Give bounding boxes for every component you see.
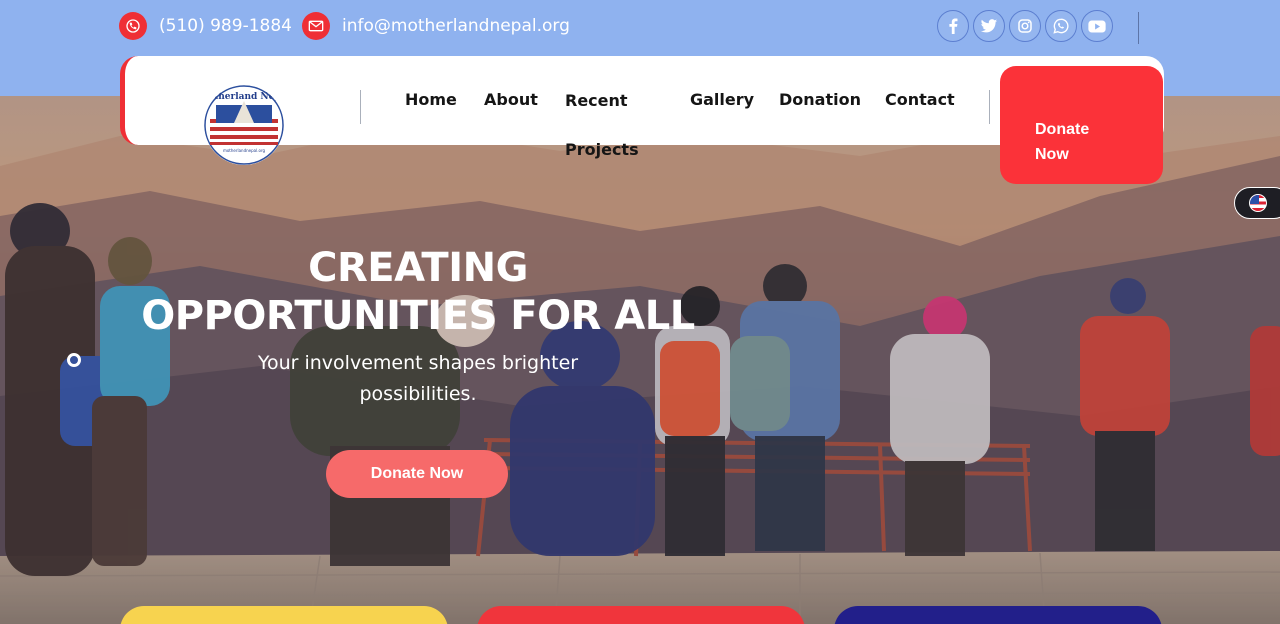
us-flag-icon	[1249, 194, 1267, 212]
nav-donation[interactable]: Donation	[779, 90, 861, 110]
phone-number[interactable]: (510) 989-1884	[159, 16, 292, 36]
hero-donate-button[interactable]: Donate Now	[326, 450, 508, 498]
facebook-icon[interactable]	[937, 10, 969, 42]
nav-contact[interactable]: Contact	[885, 90, 955, 110]
hero-title: CREATING OPPORTUNITIES FOR ALL	[141, 245, 695, 339]
email-contact[interactable]: info@motherlandnepal.org	[302, 12, 570, 40]
twitter-icon[interactable]	[973, 10, 1005, 42]
feature-card-yellow[interactable]	[120, 606, 448, 624]
language-switcher[interactable]	[1234, 187, 1280, 219]
instagram-icon[interactable]	[1009, 10, 1041, 42]
phone-contact[interactable]: (510) 989-1884	[119, 12, 292, 40]
nav-divider-left	[360, 90, 361, 124]
header-donate-button[interactable]: Donate Now	[1000, 66, 1163, 184]
slider-dot[interactable]	[67, 353, 81, 367]
email-address[interactable]: info@motherlandnepal.org	[342, 16, 570, 36]
social-links	[937, 10, 1113, 42]
youtube-icon[interactable]	[1081, 10, 1113, 42]
feature-card-red[interactable]	[477, 606, 805, 624]
site-logo[interactable]: Motherland Nepal motherlandnepal.org	[204, 85, 284, 165]
topbar-divider	[1138, 12, 1139, 44]
nav-divider-right	[989, 90, 990, 124]
mail-icon	[302, 12, 330, 40]
logo-emblem-icon: Motherland Nepal motherlandnepal.org	[204, 85, 284, 165]
feature-card-navy[interactable]	[834, 606, 1162, 624]
nav-recent-projects[interactable]: Recent Projects	[565, 76, 685, 174]
phone-icon	[119, 12, 147, 40]
header-donate-label: Donate Now	[1035, 121, 1090, 163]
logo-url-text: motherlandnepal.org	[223, 148, 266, 153]
nav-gallery[interactable]: Gallery	[690, 90, 754, 110]
whatsapp-icon[interactable]	[1045, 10, 1077, 42]
nav-home[interactable]: Home	[405, 90, 457, 110]
nav-about[interactable]: About	[484, 90, 538, 110]
hero-subtitle: Your involvement shapes brighter possibi…	[257, 352, 579, 405]
